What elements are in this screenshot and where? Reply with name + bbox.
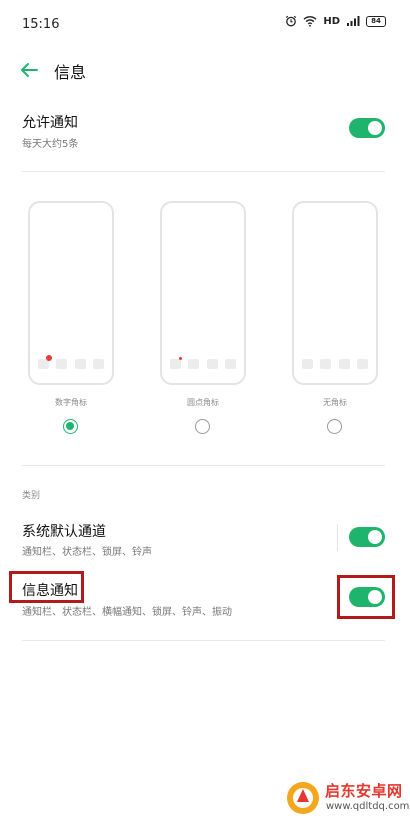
separator (337, 524, 338, 551)
category-title: 系统默认通道 (22, 524, 106, 540)
app-icon-placeholder (56, 359, 68, 369)
app-bar: 信息 (0, 50, 410, 90)
system-default-channel-toggle[interactable] (349, 527, 385, 547)
signal-icon (347, 16, 360, 26)
back-arrow-icon[interactable] (18, 59, 40, 81)
app-icon-placeholder (38, 355, 52, 369)
category-subtitle: 通知栏、状态栏、横幅通知、锁屏、铃声、振动 (22, 607, 232, 618)
battery-icon: 84 (366, 15, 386, 27)
categories-section-label: 类别 (22, 491, 41, 501)
badge-option-label-dot: 圆点角标 (187, 398, 219, 407)
category-subtitle: 通知栏、状态栏、锁屏、铃声 (22, 547, 152, 558)
phone-preview-number-badge[interactable] (28, 201, 114, 385)
app-icon-placeholder (206, 359, 218, 369)
phone-preview-no-badge[interactable] (292, 201, 378, 385)
app-icon-placeholder (170, 357, 182, 369)
status-icons: HD 84 (285, 15, 386, 27)
radio-number-badge[interactable] (63, 419, 78, 434)
highlight-box-title (9, 571, 84, 603)
app-icon-placeholder (74, 359, 86, 369)
divider (22, 171, 385, 172)
allow-notifications-title: 允许通知 (22, 115, 78, 131)
radio-no-badge[interactable] (327, 419, 342, 434)
status-bar: 15:16 HD 84 (0, 0, 410, 50)
app-icon-placeholder (92, 359, 104, 369)
radio-dot-badge[interactable] (195, 419, 210, 434)
app-icon-placeholder (224, 359, 236, 369)
alarm-icon (286, 15, 297, 27)
allow-notifications-subtitle: 每天大约5条 (22, 139, 79, 150)
highlight-box-toggle (337, 575, 395, 619)
number-badge-icon (46, 355, 52, 361)
divider (22, 465, 385, 466)
divider (22, 640, 385, 641)
app-icon-placeholder (338, 359, 350, 369)
badge-option-label-number: 数字角标 (55, 398, 87, 407)
badge-option-label-none: 无角标 (323, 398, 347, 407)
page-title: 信息 (54, 63, 87, 82)
app-icon-placeholder (302, 359, 313, 369)
watermark-url: www.qdltdq.com (326, 801, 410, 812)
dock (170, 357, 236, 369)
allow-notifications-toggle[interactable] (349, 118, 385, 138)
dock (38, 355, 104, 369)
watermark-title: 启东安卓网 (325, 782, 403, 800)
battery-level: 84 (371, 17, 381, 25)
phone-preview-dot-badge[interactable] (160, 201, 246, 385)
app-icon-placeholder (356, 359, 368, 369)
network-type-label: HD (323, 15, 340, 27)
toggle-knob (368, 121, 382, 135)
toggle-knob (368, 530, 382, 544)
status-time: 15:16 (22, 17, 60, 32)
app-icon-placeholder (320, 359, 332, 369)
watermark-logo-icon (287, 782, 319, 814)
wifi-icon (303, 16, 317, 27)
app-icon-placeholder (188, 359, 200, 369)
watermark: 启东安卓网 www.qdltdq.com (283, 776, 410, 820)
dock (302, 359, 368, 369)
dot-badge-icon (179, 357, 182, 360)
